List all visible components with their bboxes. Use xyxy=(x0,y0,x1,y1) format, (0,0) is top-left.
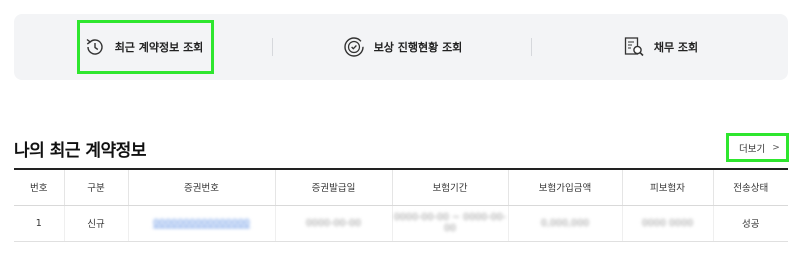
tab-claim-status[interactable]: 보상 진행현황 조회 xyxy=(273,14,531,80)
table-row: 1 신규 0000000000000000 0000-00-00 0000-00… xyxy=(14,205,788,242)
amount-value: 0,000,000 xyxy=(540,217,590,229)
column-header: 증권발급일 xyxy=(274,168,392,206)
check-circle-icon xyxy=(342,35,366,59)
cell-issue-date: 0000-00-00 xyxy=(274,205,392,242)
cell-number: 1 xyxy=(14,205,64,242)
column-header: 보험기간 xyxy=(391,168,508,206)
column-header: 번호 xyxy=(14,168,64,206)
cell-status: 성공 xyxy=(712,205,788,242)
document-search-icon xyxy=(622,35,646,59)
more-highlight-frame xyxy=(726,133,789,162)
cell-insured: 0000 0000 xyxy=(621,205,713,242)
column-header: 구분 xyxy=(63,168,128,206)
column-header: 피보험자 xyxy=(621,168,713,206)
tab-claim-status-label: 보상 진행현황 조회 xyxy=(373,41,463,54)
cell-policy-number[interactable]: 0000000000000000 xyxy=(127,205,275,242)
table-header-row: 번호 구분 증권번호 증권발급일 보험기간 보험가입금액 피보험자 전송상태 xyxy=(14,168,788,206)
tab-debt-inquiry-label: 채무 조회 xyxy=(653,41,699,54)
issue-date-value: 0000-00-00 xyxy=(305,217,362,229)
tab-debt-inquiry[interactable]: 채무 조회 xyxy=(532,14,788,80)
cell-type: 신규 xyxy=(63,205,128,242)
column-header: 보험가입금액 xyxy=(507,168,622,206)
period-value: 0000-00-00 ~ 0000-00-00 xyxy=(393,212,507,234)
column-header: 전송상태 xyxy=(712,168,788,206)
cell-amount: 0,000,000 xyxy=(507,205,622,242)
page-title: 나의 최근 계약정보 xyxy=(14,141,146,161)
column-header: 증권번호 xyxy=(127,168,275,206)
policy-number-link[interactable]: 0000000000000000 xyxy=(153,218,250,229)
cell-period: 0000-00-00 ~ 0000-00-00 xyxy=(391,205,508,242)
contract-table: 번호 구분 증권번호 증권발급일 보험기간 보험가입금액 피보험자 전송상태 1… xyxy=(14,168,788,242)
tab-highlight-frame xyxy=(77,20,214,74)
insured-value: 0000 0000 xyxy=(641,217,694,229)
